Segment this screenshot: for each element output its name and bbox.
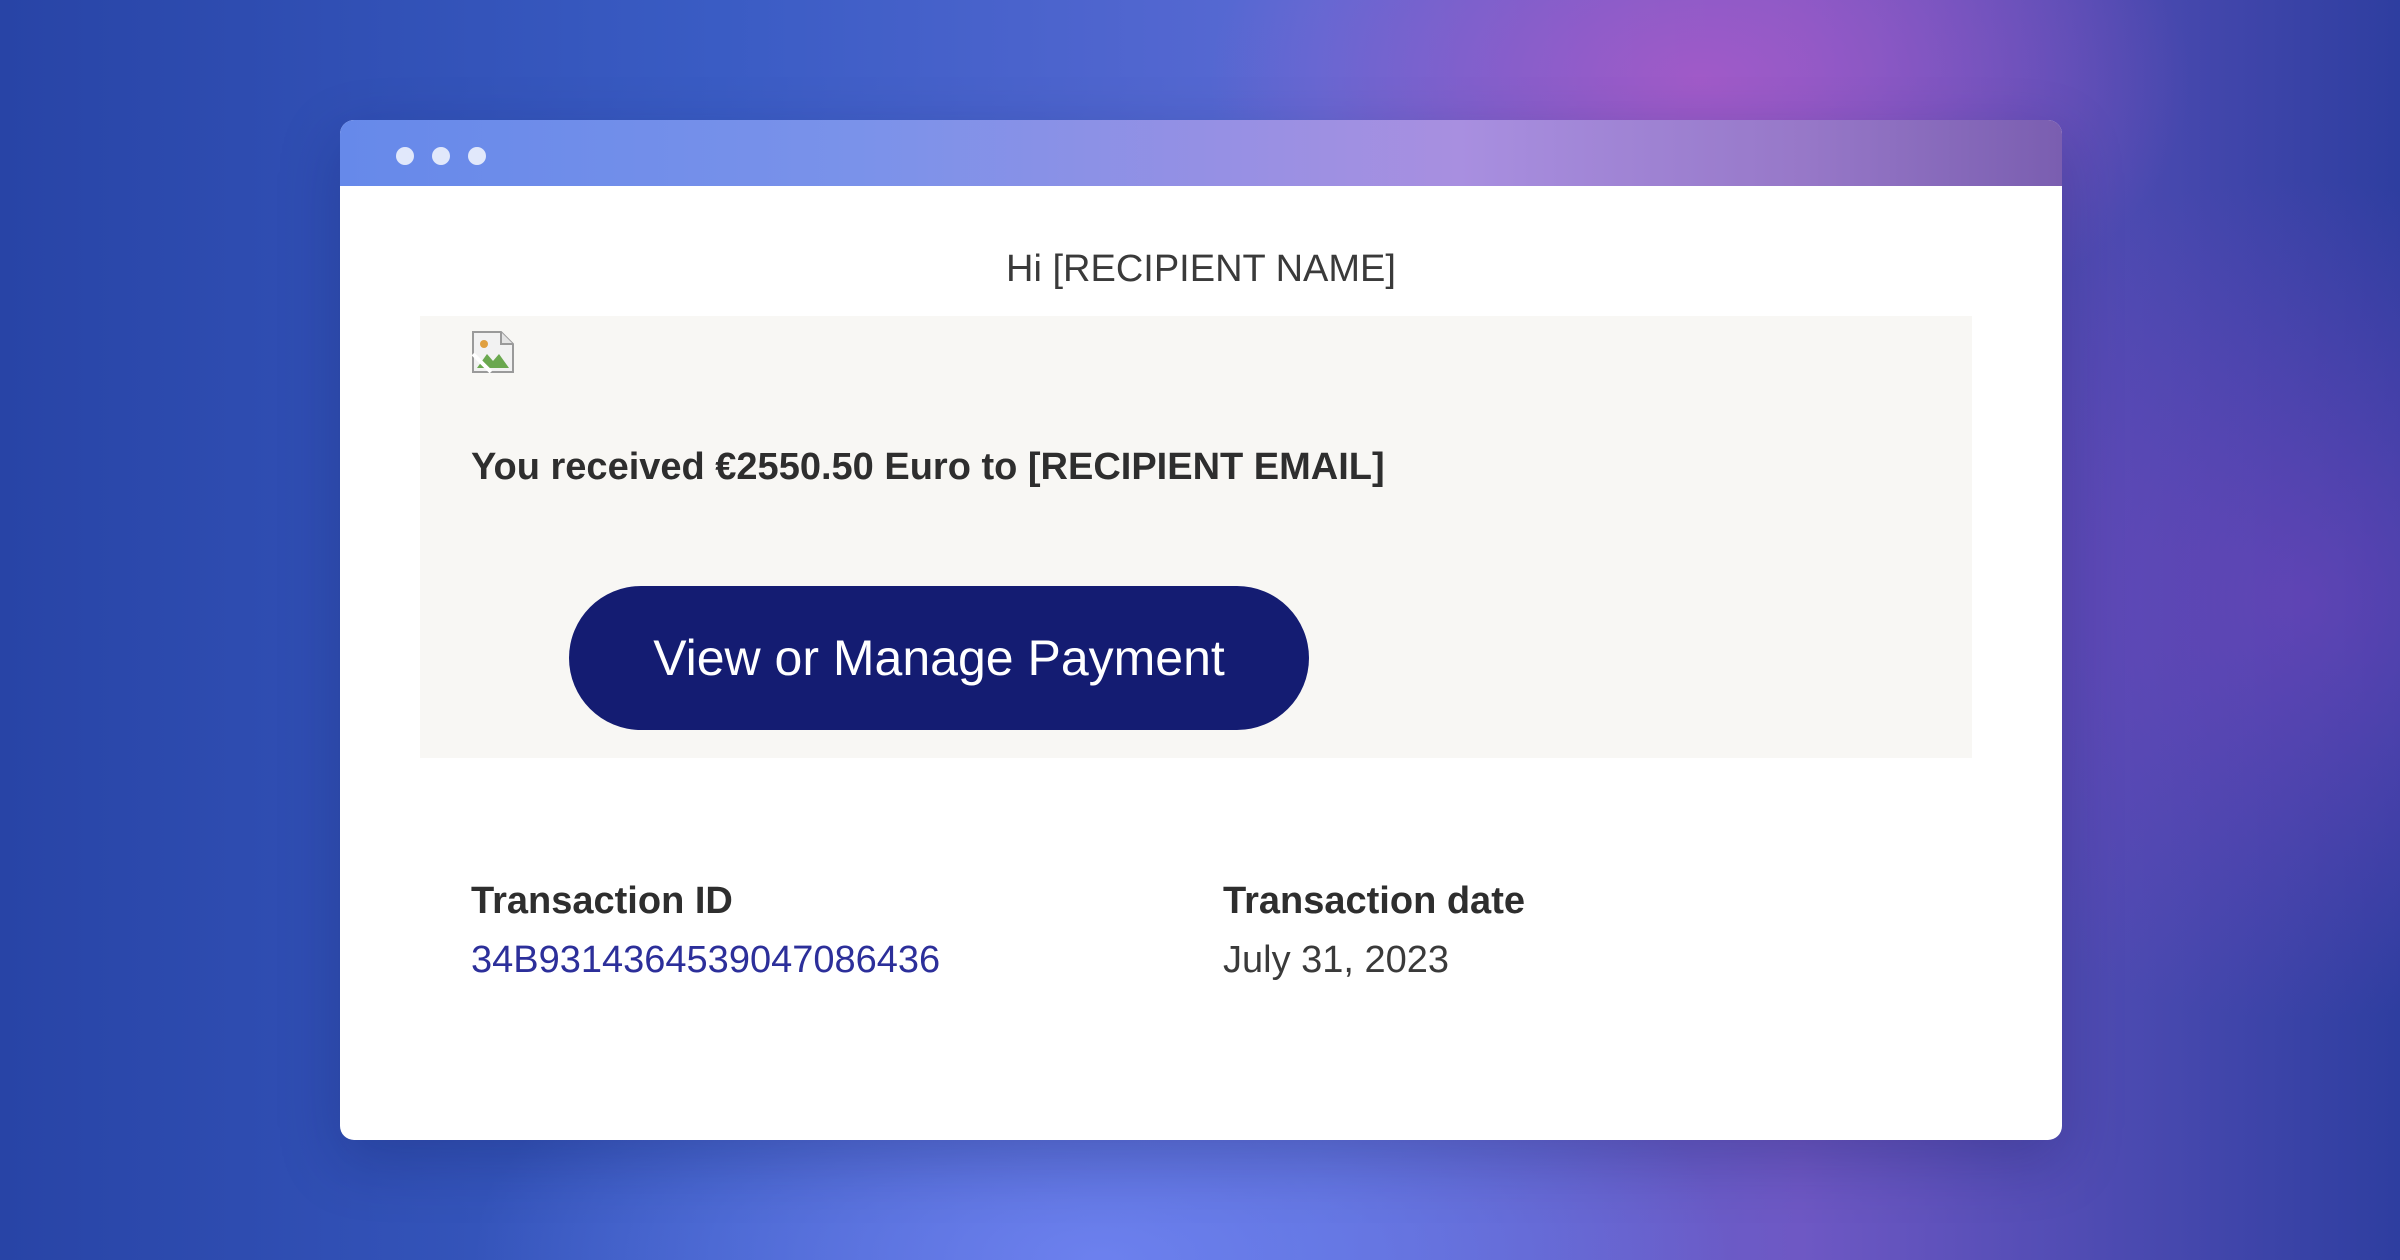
transaction-id-link[interactable]: 34B9314364539047086436 bbox=[471, 939, 940, 981]
transaction-id-label: Transaction ID bbox=[471, 880, 733, 922]
browser-window: Hi [RECIPIENT NAME] You received €2550.5… bbox=[340, 120, 2062, 1140]
amount-received-text: You received €2550.50 Euro to [RECIPIENT… bbox=[471, 446, 1385, 488]
window-dot-3[interactable] bbox=[468, 147, 486, 165]
greeting-text: Hi [RECIPIENT NAME] bbox=[1006, 248, 1396, 290]
window-titlebar bbox=[340, 120, 2062, 186]
email-body: Hi [RECIPIENT NAME] You received €2550.5… bbox=[340, 186, 2062, 1140]
transaction-id-value[interactable]: 34B9314364539047086436 bbox=[471, 939, 940, 982]
transaction-date-value: July 31, 2023 bbox=[1223, 939, 1450, 981]
transaction-date-label: Transaction date bbox=[1223, 880, 1525, 922]
view-manage-payment-button[interactable]: View or Manage Payment bbox=[569, 586, 1309, 730]
window-dot-1[interactable] bbox=[396, 147, 414, 165]
broken-image-icon bbox=[471, 330, 515, 374]
payment-card: You received €2550.50 Euro to [RECIPIENT… bbox=[420, 316, 1972, 758]
window-dot-2[interactable] bbox=[432, 147, 450, 165]
